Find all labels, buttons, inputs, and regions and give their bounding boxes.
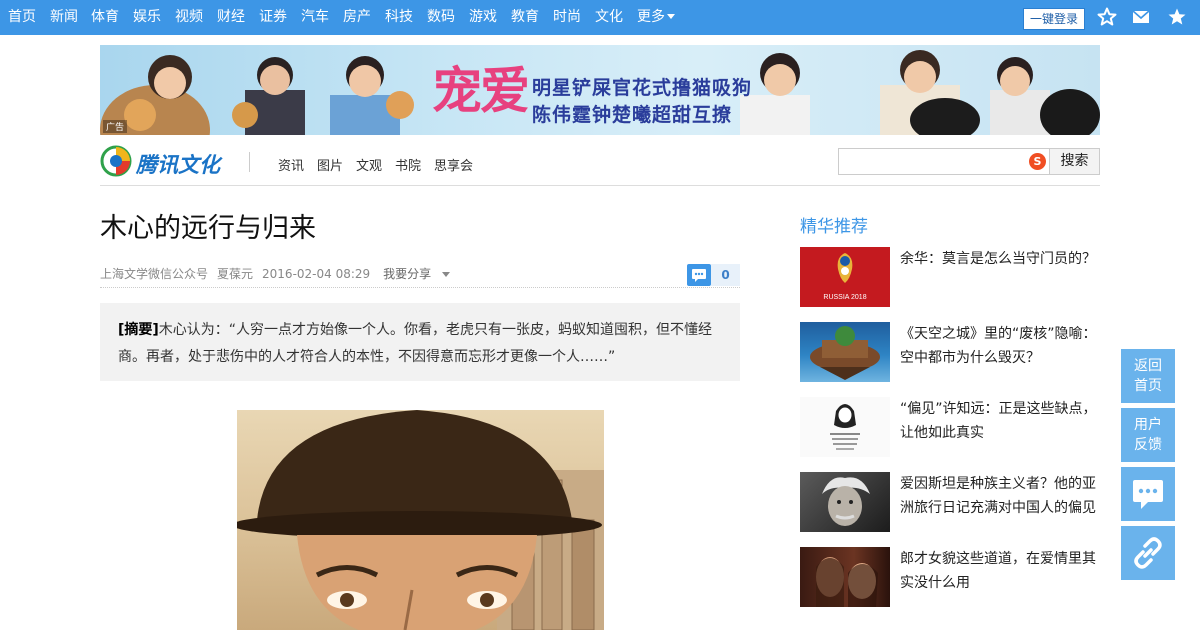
castle-illustration (810, 326, 880, 380)
star-filled-icon[interactable] (1167, 7, 1187, 27)
site-logo[interactable]: 腾讯文化 (100, 145, 235, 177)
world-cup-logo-icon: RUSSIA 2018 (823, 253, 867, 301)
summary-label: [摘要] (118, 322, 159, 338)
logo-text: 腾讯文化 (136, 153, 220, 177)
banner-ad[interactable]: 宠爱 明星铲屎官花式撸猫吸狗 陈伟霆钟楚曦超甜互撩 广告 (100, 45, 1100, 135)
comment-float-button[interactable] (1121, 467, 1175, 521)
share-label: 我要分享 (383, 267, 432, 281)
meta-divider (100, 287, 740, 288)
feedback-label: 用户反馈 (1134, 417, 1162, 453)
chat-bubble-icon (1133, 480, 1163, 509)
channel-link-sixianghui[interactable]: 思享会 (434, 155, 473, 174)
article-datetime: 2016-02-04 08:29 (262, 267, 371, 281)
summary-text: 木心认为：“人穷一点才方始像一个人。你看，老虎只有一张皮，蚂蚁知道囤积，但不懂经… (118, 322, 713, 365)
recommend-thumbnail (800, 322, 890, 382)
nav-item-house[interactable]: 房产 (343, 0, 371, 35)
sketch-portrait (830, 404, 860, 450)
search-button[interactable]: 搜索 (1050, 148, 1100, 175)
recommend-thumbnail (800, 472, 890, 532)
tencent-logo-icon (100, 145, 132, 177)
back-home-label: 返回首页 (1134, 358, 1162, 394)
nav-item-culture[interactable]: 文化 (595, 0, 623, 35)
comment-count[interactable]: 0 (711, 264, 740, 286)
nav-item-fashion[interactable]: 时尚 (553, 0, 581, 35)
chevron-down-icon (667, 14, 675, 19)
divider (249, 152, 250, 172)
channel-link-academy[interactable]: 书院 (395, 155, 421, 174)
nav-item-games[interactable]: 游戏 (469, 0, 497, 35)
mail-icon[interactable] (1131, 7, 1151, 27)
portrait-painting (237, 410, 604, 630)
star-outline-icon[interactable] (1097, 7, 1117, 27)
ad-tag: 广告 (103, 120, 128, 133)
back-home-button[interactable]: 返回首页 (1121, 349, 1175, 403)
chevron-down-icon (442, 271, 451, 277)
recommend-item[interactable]: 爱因斯坦是种族主义者？他的亚洲旅行日记充满对中国人的偏见 (800, 472, 1100, 532)
nav-item-news[interactable]: 新闻 (50, 0, 78, 35)
nav-item-home[interactable]: 首页 (8, 0, 36, 35)
nav-item-more-label: 更多 (637, 9, 665, 25)
sidebar-heading: 精华推荐 (800, 217, 868, 237)
nav-item-stock[interactable]: 证券 (259, 0, 287, 35)
recommend-title[interactable]: 余华：莫言是怎么当守门员的？ (900, 247, 1100, 271)
recommend-title[interactable]: 爱因斯坦是种族主义者？他的亚洲旅行日记充满对中国人的偏见 (900, 472, 1100, 520)
recommend-thumbnail (800, 397, 890, 457)
channel-bar: 腾讯文化 资讯 图片 文观 书院 思享会 S 搜索 (100, 142, 1100, 186)
channel-link-wenguan[interactable]: 文观 (356, 155, 382, 174)
recommend-item[interactable]: 《天空之城》里的“废核”隐喻：空中都市为什么毁灭？ (800, 322, 1100, 382)
recommend-item[interactable]: “偏见”许知远：正是这些缺点，让他如此真实 (800, 397, 1100, 457)
channel-link-news[interactable]: 资讯 (278, 155, 304, 174)
banner-line-2: 陈伟霆钟楚曦超甜互撩 (532, 104, 733, 126)
article-summary: [摘要]木心认为：“人穷一点才方始像一个人。你看，老虎只有一张皮，蚂蚁知道囤积，… (100, 303, 740, 381)
sogou-logo-icon: S (1029, 153, 1046, 170)
einstein-photo (822, 477, 870, 526)
banner-headline: 宠爱 (432, 61, 530, 120)
article-author: 夏葆元 (217, 267, 254, 281)
one-click-login-button[interactable]: 一键登录 (1023, 8, 1085, 30)
nav-item-ent[interactable]: 娱乐 (133, 0, 161, 35)
nav-item-video[interactable]: 视频 (175, 0, 203, 35)
article-image (237, 410, 604, 630)
article-title: 木心的远行与归来 (100, 213, 316, 244)
article-meta: 上海文学微信公众号 夏葆元 2016-02-04 08:29 我要分享 (100, 265, 459, 282)
link-float-button[interactable] (1121, 526, 1175, 580)
top-nav: 首页 新闻 体育 娱乐 视频 财经 证券 汽车 房产 科技 数码 游戏 教育 时… (0, 0, 1200, 35)
nav-item-auto[interactable]: 汽车 (301, 0, 329, 35)
nav-item-sports[interactable]: 体育 (91, 0, 119, 35)
nav-item-tech[interactable]: 科技 (385, 0, 413, 35)
banner-line-1: 明星铲屎官花式撸猫吸狗 (532, 77, 753, 99)
couple-photo (816, 557, 878, 607)
share-menu[interactable]: 我要分享 (383, 267, 451, 281)
link-icon (1134, 537, 1162, 569)
recommend-thumbnail (800, 547, 890, 607)
nav-item-finance[interactable]: 财经 (217, 0, 245, 35)
recommend-title[interactable]: 郎才女貌这些道道，在爱情里其实没什么用 (900, 547, 1100, 595)
recommend-thumbnail: RUSSIA 2018 (800, 247, 890, 307)
recommend-item[interactable]: 郎才女貌这些道道，在爱情里其实没什么用 (800, 547, 1100, 607)
recommend-title[interactable]: “偏见”许知远：正是这些缺点，让他如此真实 (900, 397, 1100, 445)
recommend-title[interactable]: 《天空之城》里的“废核”隐喻：空中都市为什么毁灭？ (900, 322, 1100, 370)
article-source[interactable]: 上海文学微信公众号 (100, 267, 208, 281)
nav-item-more[interactable]: 更多 (637, 0, 675, 35)
recommend-item[interactable]: RUSSIA 2018 余华：莫言是怎么当守门员的？ (800, 247, 1100, 307)
search-input[interactable]: S (838, 148, 1050, 175)
nav-item-digital[interactable]: 数码 (427, 0, 455, 35)
feedback-button[interactable]: 用户反馈 (1121, 408, 1175, 462)
channel-link-photos[interactable]: 图片 (317, 155, 343, 174)
nav-item-edu[interactable]: 教育 (511, 0, 539, 35)
comment-icon (692, 269, 706, 282)
thumb-label: RUSSIA 2018 (823, 294, 866, 301)
comment-button[interactable] (687, 264, 711, 286)
